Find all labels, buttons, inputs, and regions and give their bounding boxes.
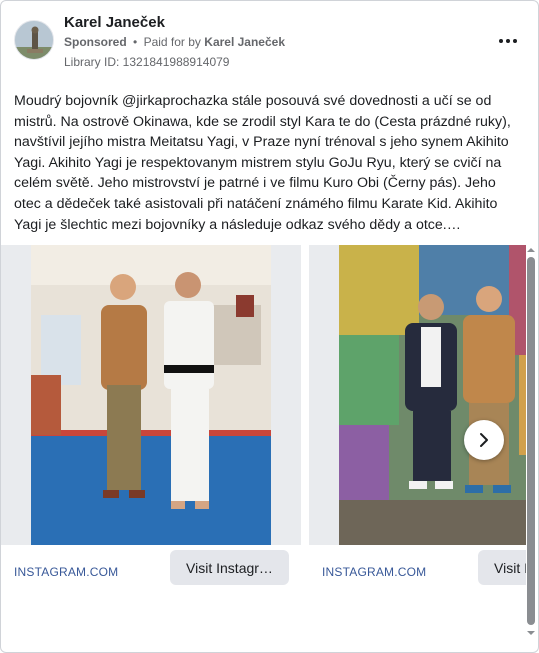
ad-carousel: INSTAGRAM.COM Visit Instagr… INSTAGRAM.C… — [1, 245, 526, 640]
paid-for-name[interactable]: Karel Janeček — [204, 35, 285, 49]
sponsored-label: Sponsored — [64, 35, 127, 49]
visit-instagram-button[interactable]: Visit Instagr… — [478, 550, 526, 585]
scroll-down-arrow-icon[interactable] — [526, 628, 536, 638]
more-dot — [506, 39, 510, 43]
link-domain[interactable]: INSTAGRAM.COM — [322, 565, 426, 579]
vertical-scrollbar[interactable] — [526, 245, 536, 645]
graffiti-wall-photo — [339, 245, 526, 545]
chevron-right-icon — [480, 433, 488, 447]
page-name[interactable]: Karel Janeček — [64, 14, 165, 31]
ad-card: Karel Janeček Sponsored • Paid for by Ka… — [0, 0, 539, 653]
dojo-photo — [31, 245, 271, 545]
sponsored-line: Sponsored • Paid for by Karel Janeček — [64, 35, 285, 49]
separator-dot: • — [133, 35, 138, 49]
carousel-image-2[interactable] — [309, 245, 526, 545]
more-horizontal-icon — [499, 39, 503, 43]
scroll-up-arrow-icon[interactable] — [526, 245, 536, 255]
link-domain[interactable]: INSTAGRAM.COM — [14, 565, 118, 579]
ad-header: Karel Janeček Sponsored • Paid for by Ka… — [1, 1, 538, 81]
paid-for-prefix: Paid for by — [143, 35, 201, 49]
carousel-image-1[interactable] — [1, 245, 301, 545]
page-avatar[interactable] — [14, 20, 54, 60]
ad-body-text: Moudrý bojovník @jirkaprochazka stále po… — [14, 93, 511, 233]
more-dot — [513, 39, 517, 43]
carousel-footer-2: INSTAGRAM.COM Visit Instagr… — [309, 545, 526, 597]
scroll-thumb[interactable] — [527, 257, 535, 625]
carousel-footer-1: INSTAGRAM.COM Visit Instagr… — [1, 545, 301, 597]
more-options-button[interactable] — [496, 31, 520, 51]
carousel-card-1[interactable]: INSTAGRAM.COM Visit Instagr… — [1, 245, 301, 640]
library-id: Library ID: 1321841988914079 — [64, 55, 230, 69]
carousel-next-button[interactable] — [464, 420, 504, 460]
visit-instagram-button[interactable]: Visit Instagr… — [170, 550, 289, 585]
